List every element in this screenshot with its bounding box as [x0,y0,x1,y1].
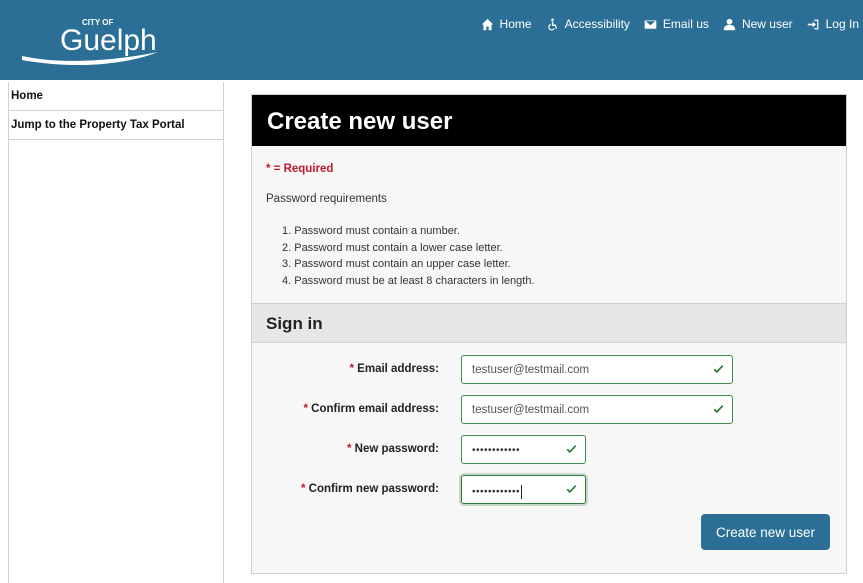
guelph-logo[interactable]: CITY OF Guelph [18,12,198,70]
nav-login-label: Log In [825,17,859,31]
password-requirements-heading: Password requirements [266,193,387,205]
site-header: CITY OF Guelph Home Accessibility Email … [0,0,863,80]
sidebar-item-home[interactable]: Home [9,82,223,111]
nav-home-label: Home [499,17,532,31]
email-value: testuser@testmail.com [472,364,590,376]
text-caret [521,485,523,499]
check-icon [566,445,577,454]
new-password-label: * New password: [347,443,439,455]
sidebar: Home Jump to the Property Tax Portal [8,82,224,583]
password-requirements-list: 1. Password must contain a number. 2. Pa… [282,223,535,289]
requirement-item: 2. Password must contain a lower case le… [282,241,503,254]
user-icon [723,18,736,30]
email-label-text: Email address: [357,363,439,375]
confirm-password-field[interactable]: •••••••••••• [461,475,586,504]
confirm-password-label: * Confirm new password: [301,483,439,495]
login-icon [807,19,818,29]
email-label: * Email address: [350,363,440,375]
email-icon [644,19,657,29]
nav-new-user-label: New user [741,17,793,31]
accessibility-icon [547,17,557,30]
logo-text: Guelph [60,24,157,57]
confirm-password-value: •••••••••••• [472,486,521,498]
nav-email-label: Email us [662,17,709,31]
requirement-item: 1. Password must contain a number. [282,225,460,237]
requirement-item: 4. Password must be at least 8 character… [282,274,535,287]
confirm-email-value: testuser@testmail.com [472,404,590,416]
nav-home[interactable]: Home [481,17,532,31]
create-user-panel: Create new user * = Required Password re… [251,94,847,574]
requirement-item: 3. Password must contain an upper case l… [282,258,511,270]
confirm-email-row: * Confirm email address: testuser@testma… [252,395,846,425]
create-new-user-button[interactable]: Create new user [701,514,830,550]
confirm-password-label-text: Confirm new password: [308,483,439,495]
nav-login[interactable]: Log In [807,17,859,31]
check-icon [566,485,577,494]
confirm-password-row: * Confirm new password: •••••••••••• [252,475,846,505]
check-icon [713,365,724,374]
confirm-email-field[interactable]: testuser@testmail.com [461,395,733,424]
nav-email[interactable]: Email us [644,17,709,31]
new-password-label-text: New password: [354,443,439,455]
confirm-email-label: * Confirm email address: [304,403,440,415]
confirm-email-label-text: Confirm email address: [311,403,439,415]
top-nav: Home Accessibility Email us New user Log… [467,17,859,31]
new-password-value: •••••••••••• [472,445,521,456]
required-star: * [346,443,355,455]
nav-accessibility-label: Accessibility [564,17,630,31]
sign-in-section-title: Sign in [252,303,846,343]
new-password-row: * New password: •••••••••••• [252,435,846,465]
check-icon [713,405,724,414]
home-icon [481,18,493,30]
required-star: * [300,483,309,495]
sidebar-item-property-tax-portal[interactable]: Jump to the Property Tax Portal [9,111,223,140]
nav-new-user[interactable]: New user [723,17,793,31]
new-password-field[interactable]: •••••••••••• [461,435,586,464]
nav-accessibility[interactable]: Accessibility [546,17,630,31]
email-row: * Email address: testuser@testmail.com [252,355,846,385]
email-field[interactable]: testuser@testmail.com [461,355,733,384]
required-note: * = Required [266,163,334,175]
page-title: Create new user [252,95,846,146]
